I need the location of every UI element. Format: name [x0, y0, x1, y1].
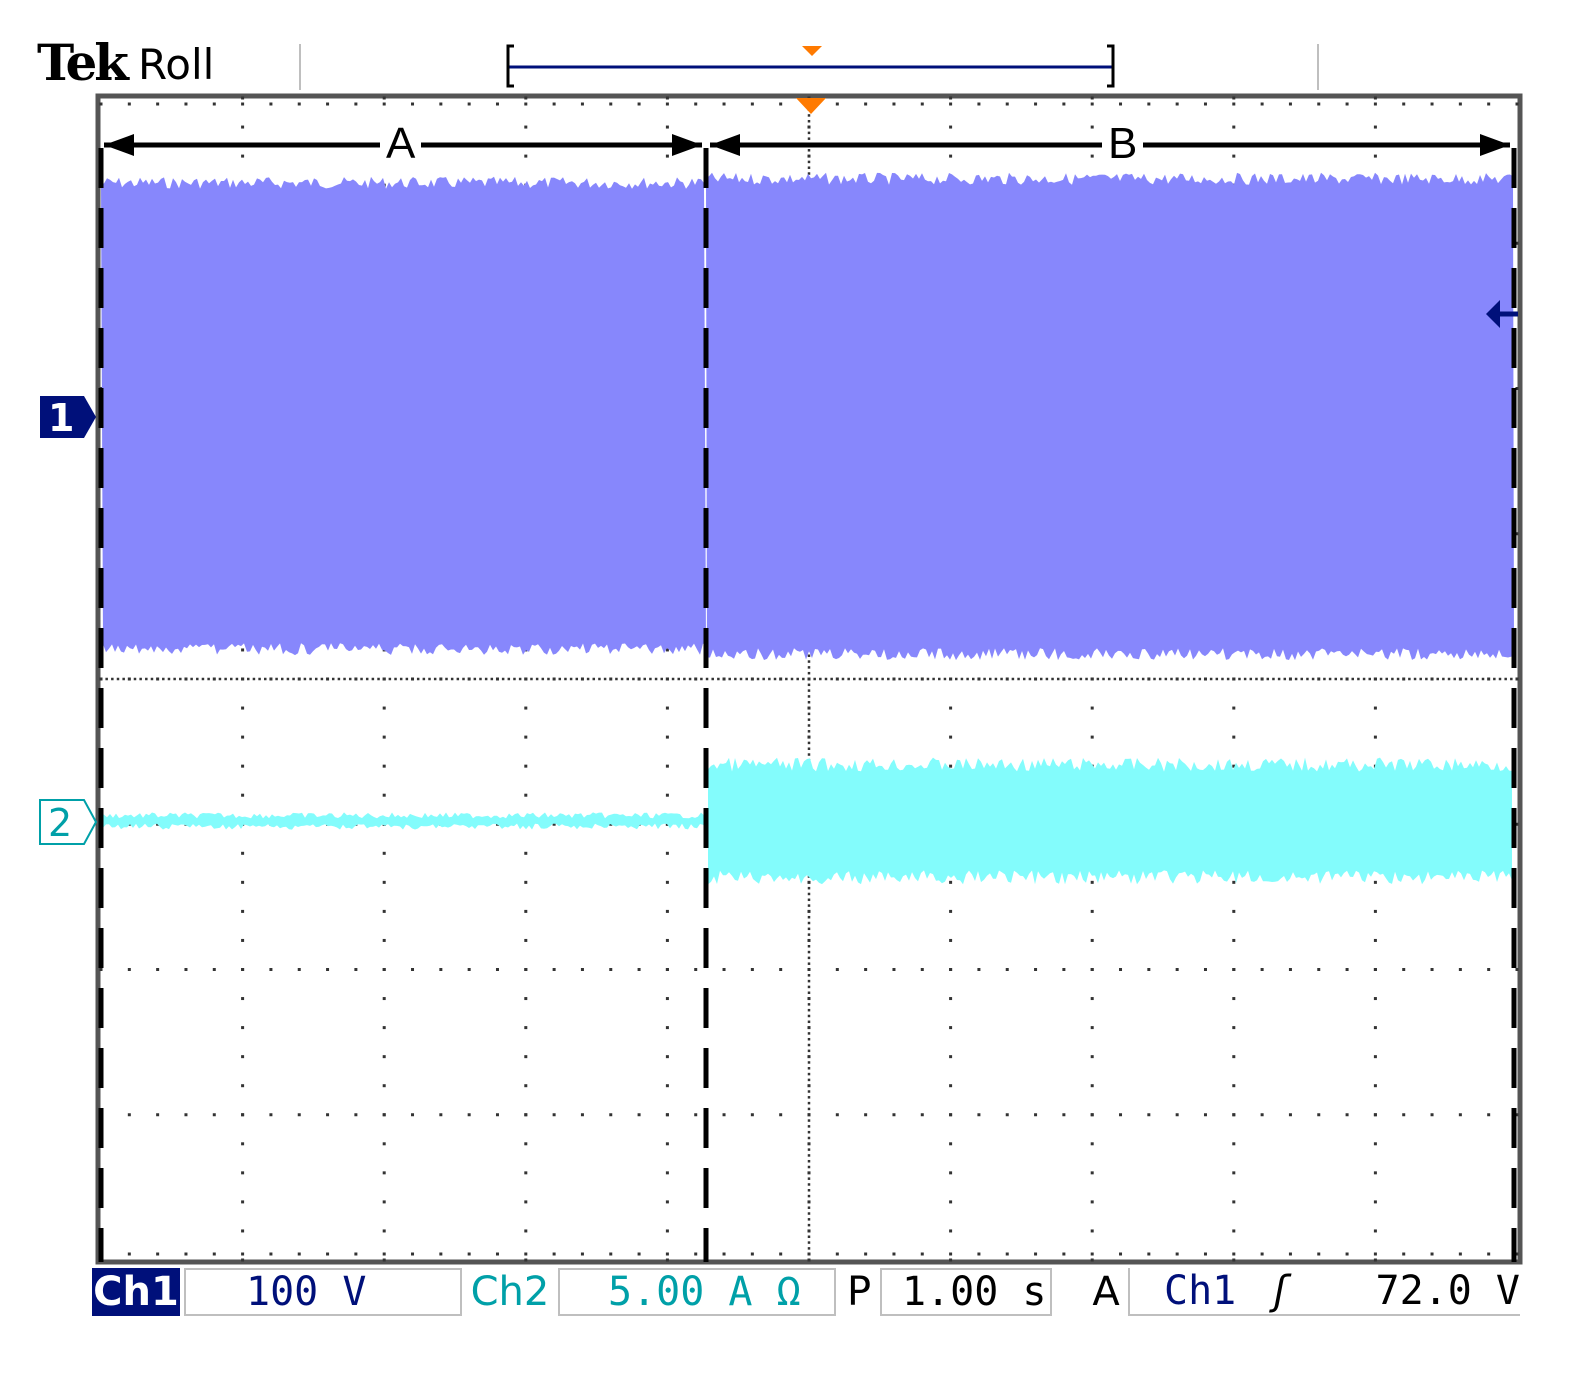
trigger-source: Ch1: [1164, 1268, 1237, 1314]
peak-detect-indicator: P: [846, 1269, 872, 1315]
acquisition-mode: Roll: [138, 40, 215, 89]
ch1-trace-region-b: [706, 172, 1514, 661]
region-a-label: A: [380, 122, 422, 166]
ch1-scale-readout: 100 V: [184, 1268, 462, 1316]
brand-logo-text: Tek: [37, 33, 129, 92]
ch2-scale-readout: 5.00 A Ω: [558, 1268, 836, 1316]
trigger-mode-indicator: A: [1092, 1269, 1120, 1315]
ch2-button[interactable]: Ch2: [464, 1268, 556, 1316]
ch1-trace: [101, 172, 1514, 661]
status-bar: Ch1 100 V Ch2 5.00 A Ω P 1.00 s A Ch1 ʃ …: [92, 1268, 1520, 1320]
rising-edge-icon: ʃ: [1268, 1268, 1293, 1314]
ch2-marker-label: 2: [48, 801, 73, 845]
trigger-readout: Ch1 ʃ 72.0 V: [1128, 1268, 1520, 1316]
timebase-readout: 1.00 s: [880, 1268, 1052, 1316]
region-b-label: B: [1102, 122, 1144, 166]
record-trigger-marker: [802, 46, 822, 56]
ch1-trace-region-a: [101, 176, 706, 656]
ch1-button[interactable]: Ch1: [92, 1268, 180, 1316]
ch2-trace-region-b: [708, 757, 1512, 885]
scope-display: [39, 44, 1523, 1265]
ch1-marker-label: 1: [48, 396, 75, 440]
trigger-level: 72.0 V: [1375, 1268, 1521, 1314]
record-view-bar: [299, 44, 1319, 90]
